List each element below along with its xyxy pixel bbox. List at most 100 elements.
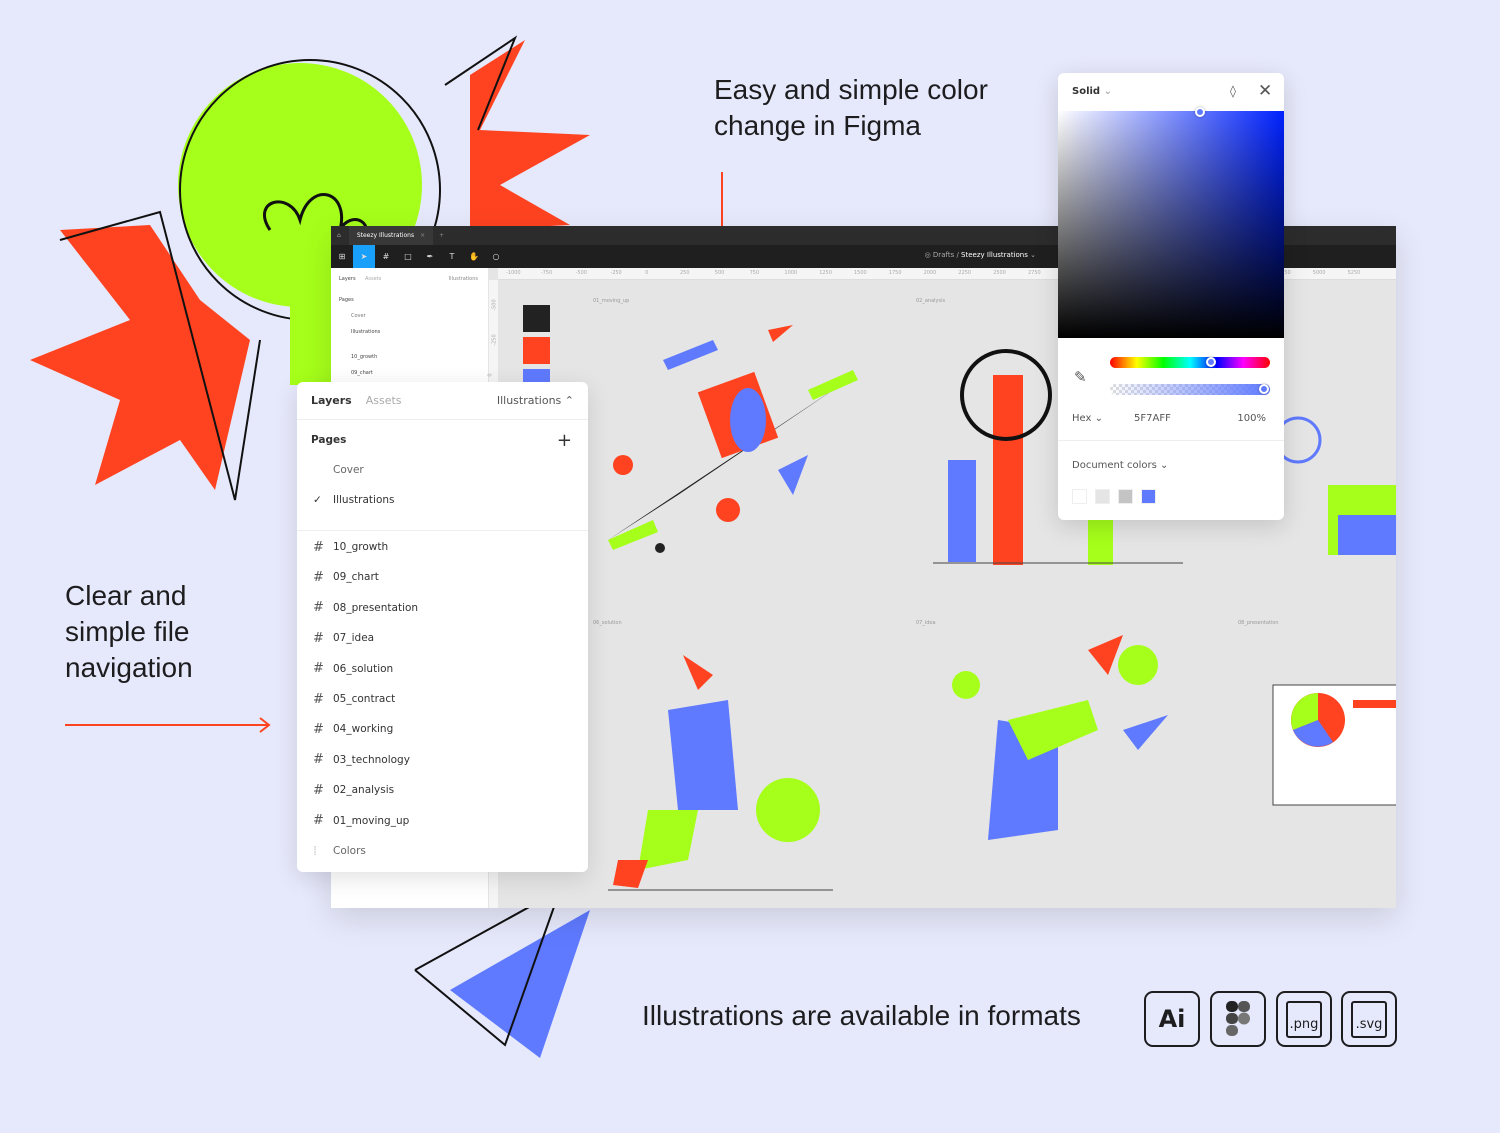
- frame-icon: #: [313, 569, 324, 585]
- comment-tool-icon[interactable]: ○: [485, 245, 507, 268]
- hue-slider[interactable]: [1110, 357, 1270, 368]
- document-color-swatch[interactable]: [1095, 489, 1110, 504]
- layer-name: 10_growth: [333, 541, 389, 553]
- formats-text: Illustrations are available in formats: [642, 1000, 1081, 1031]
- illustration-technology: [1274, 416, 1396, 555]
- figma-icon: [1210, 991, 1266, 1047]
- layer-name: 09_chart: [333, 571, 379, 584]
- page-item-illustrations[interactable]: ✓ Illustrations: [297, 485, 588, 515]
- ruler-tick: -250: [610, 270, 622, 276]
- document-color-swatch[interactable]: [1118, 489, 1133, 504]
- close-icon[interactable]: ✕: [1258, 81, 1272, 101]
- layer-item[interactable]: #04_working: [297, 714, 588, 744]
- tab-assets[interactable]: Assets: [366, 394, 402, 407]
- layer-item[interactable]: #02_analysis: [297, 775, 588, 805]
- hand-tool-icon[interactable]: ✋: [463, 245, 485, 268]
- ruler-tick: -500: [575, 270, 587, 276]
- pen-tool-icon[interactable]: ✒: [419, 245, 441, 268]
- new-tab-icon[interactable]: +: [439, 232, 444, 239]
- headline-line: change in Figma: [714, 110, 922, 141]
- layer-name: 02_analysis: [333, 784, 395, 797]
- fill-mode-label: Solid: [1072, 86, 1101, 97]
- frame-icon: #: [313, 600, 324, 616]
- layer-item[interactable]: 10_growth: [351, 354, 377, 360]
- format-select[interactable]: Hex ⌄: [1072, 413, 1103, 424]
- layer-item[interactable]: #06_solution: [297, 654, 588, 684]
- eyedropper-icon[interactable]: ✎: [1074, 368, 1087, 386]
- layer-item[interactable]: #01_moving_up: [297, 806, 588, 836]
- opacity-input[interactable]: 100%: [1237, 413, 1266, 424]
- home-icon[interactable]: ⌂: [337, 232, 341, 239]
- document-color-swatch[interactable]: [1072, 489, 1087, 504]
- layer-item[interactable]: #05_contract: [297, 684, 588, 714]
- ruler-tick: -1000: [506, 270, 521, 276]
- breadcrumb[interactable]: ◎ Drafts / Steezy Illustrations ⌄: [925, 251, 1036, 259]
- chevron-up-icon: ⌃: [564, 394, 574, 407]
- layer-item[interactable]: #09_chart: [297, 562, 588, 592]
- ruler-tick: 750: [749, 270, 760, 276]
- text-tool-icon[interactable]: T: [441, 245, 463, 268]
- ruler-tick: 250: [680, 270, 690, 276]
- frame-tool-icon[interactable]: #: [375, 245, 397, 268]
- ruler-tick: -750: [540, 270, 553, 276]
- illustration-idea: [952, 635, 1168, 840]
- layer-name: 08_presentation: [333, 601, 419, 614]
- fill-mode-select[interactable]: Solid ⌄: [1072, 86, 1112, 97]
- headline-line: Easy and simple color: [714, 74, 988, 105]
- checkmark-icon: ✓: [313, 494, 322, 506]
- page-select[interactable]: Illustrations: [449, 276, 478, 282]
- document-color-swatch[interactable]: [1141, 489, 1156, 504]
- layer-item[interactable]: #10_growth: [297, 532, 588, 562]
- main-menu-icon[interactable]: ⊞: [331, 245, 353, 268]
- breadcrumb-separator: /: [956, 251, 959, 259]
- tab-layers[interactable]: Layers: [339, 276, 356, 282]
- shape-tool-icon[interactable]: □: [397, 245, 419, 268]
- pages-label: Pages: [339, 297, 354, 303]
- frame-icon: #: [313, 691, 324, 707]
- frame-icon: #: [313, 630, 324, 646]
- breadcrumb-file[interactable]: Steezy Illustrations: [961, 251, 1028, 259]
- headline-line: simple file: [65, 616, 190, 647]
- blend-drop-icon[interactable]: ◊: [1230, 84, 1236, 98]
- headline-line: Clear and: [65, 580, 187, 611]
- format-label: .png: [1285, 1000, 1323, 1038]
- ruler-tick: 0: [645, 270, 649, 276]
- pages-header: Pages +: [297, 425, 588, 455]
- layer-item[interactable]: 09_chart: [351, 370, 373, 376]
- format-label: Hex: [1072, 413, 1092, 424]
- layer-item[interactable]: #07_idea: [297, 623, 588, 653]
- page-select-label: Illustrations: [496, 394, 562, 407]
- close-tab-icon[interactable]: ×: [420, 232, 425, 239]
- tab-assets[interactable]: Assets: [365, 276, 381, 282]
- layer-name: 01_moving_up: [333, 814, 410, 827]
- color-knob[interactable]: [1195, 107, 1205, 117]
- page-item[interactable]: Illustrations: [351, 329, 380, 335]
- add-page-icon[interactable]: +: [557, 430, 572, 451]
- opacity-knob[interactable]: [1259, 384, 1269, 394]
- layer-name: 03_technology: [333, 753, 410, 766]
- breadcrumb-folder[interactable]: Drafts: [933, 251, 954, 259]
- hex-input[interactable]: 5F7AFF: [1134, 413, 1171, 424]
- pages-label: Pages: [311, 434, 347, 446]
- layer-item[interactable]: #08_presentation: [297, 593, 588, 623]
- layers-panel: Layers Assets Illustrations ⌃ Pages + Co…: [297, 382, 588, 872]
- move-tool-icon[interactable]: ➤: [353, 245, 375, 268]
- page-select[interactable]: Illustrations ⌃: [497, 394, 574, 407]
- opacity-slider[interactable]: [1110, 384, 1270, 395]
- layer-name: 07_idea: [333, 632, 375, 645]
- layer-name: 04_working: [333, 723, 394, 736]
- page-item-cover[interactable]: Cover: [297, 455, 588, 485]
- tab-layers[interactable]: Layers: [311, 394, 352, 407]
- frame-icon: #: [313, 539, 324, 555]
- dashed-frame-icon: ⁞: [313, 843, 318, 859]
- document-colors-select[interactable]: Document colors ⌄: [1072, 460, 1168, 471]
- page-item[interactable]: Cover: [351, 313, 366, 319]
- ruler-tick: 0: [487, 373, 494, 377]
- headline-navigation: Clear and simple file navigation: [65, 578, 193, 686]
- page-name: Illustrations: [333, 494, 395, 506]
- file-tab[interactable]: Steezy Illustrations ×: [348, 226, 434, 245]
- layer-item-colors[interactable]: ⁞ Colors: [297, 836, 588, 866]
- saturation-value-area[interactable]: [1058, 107, 1284, 338]
- hue-knob[interactable]: [1205, 357, 1216, 367]
- layer-item[interactable]: #03_technology: [297, 745, 588, 775]
